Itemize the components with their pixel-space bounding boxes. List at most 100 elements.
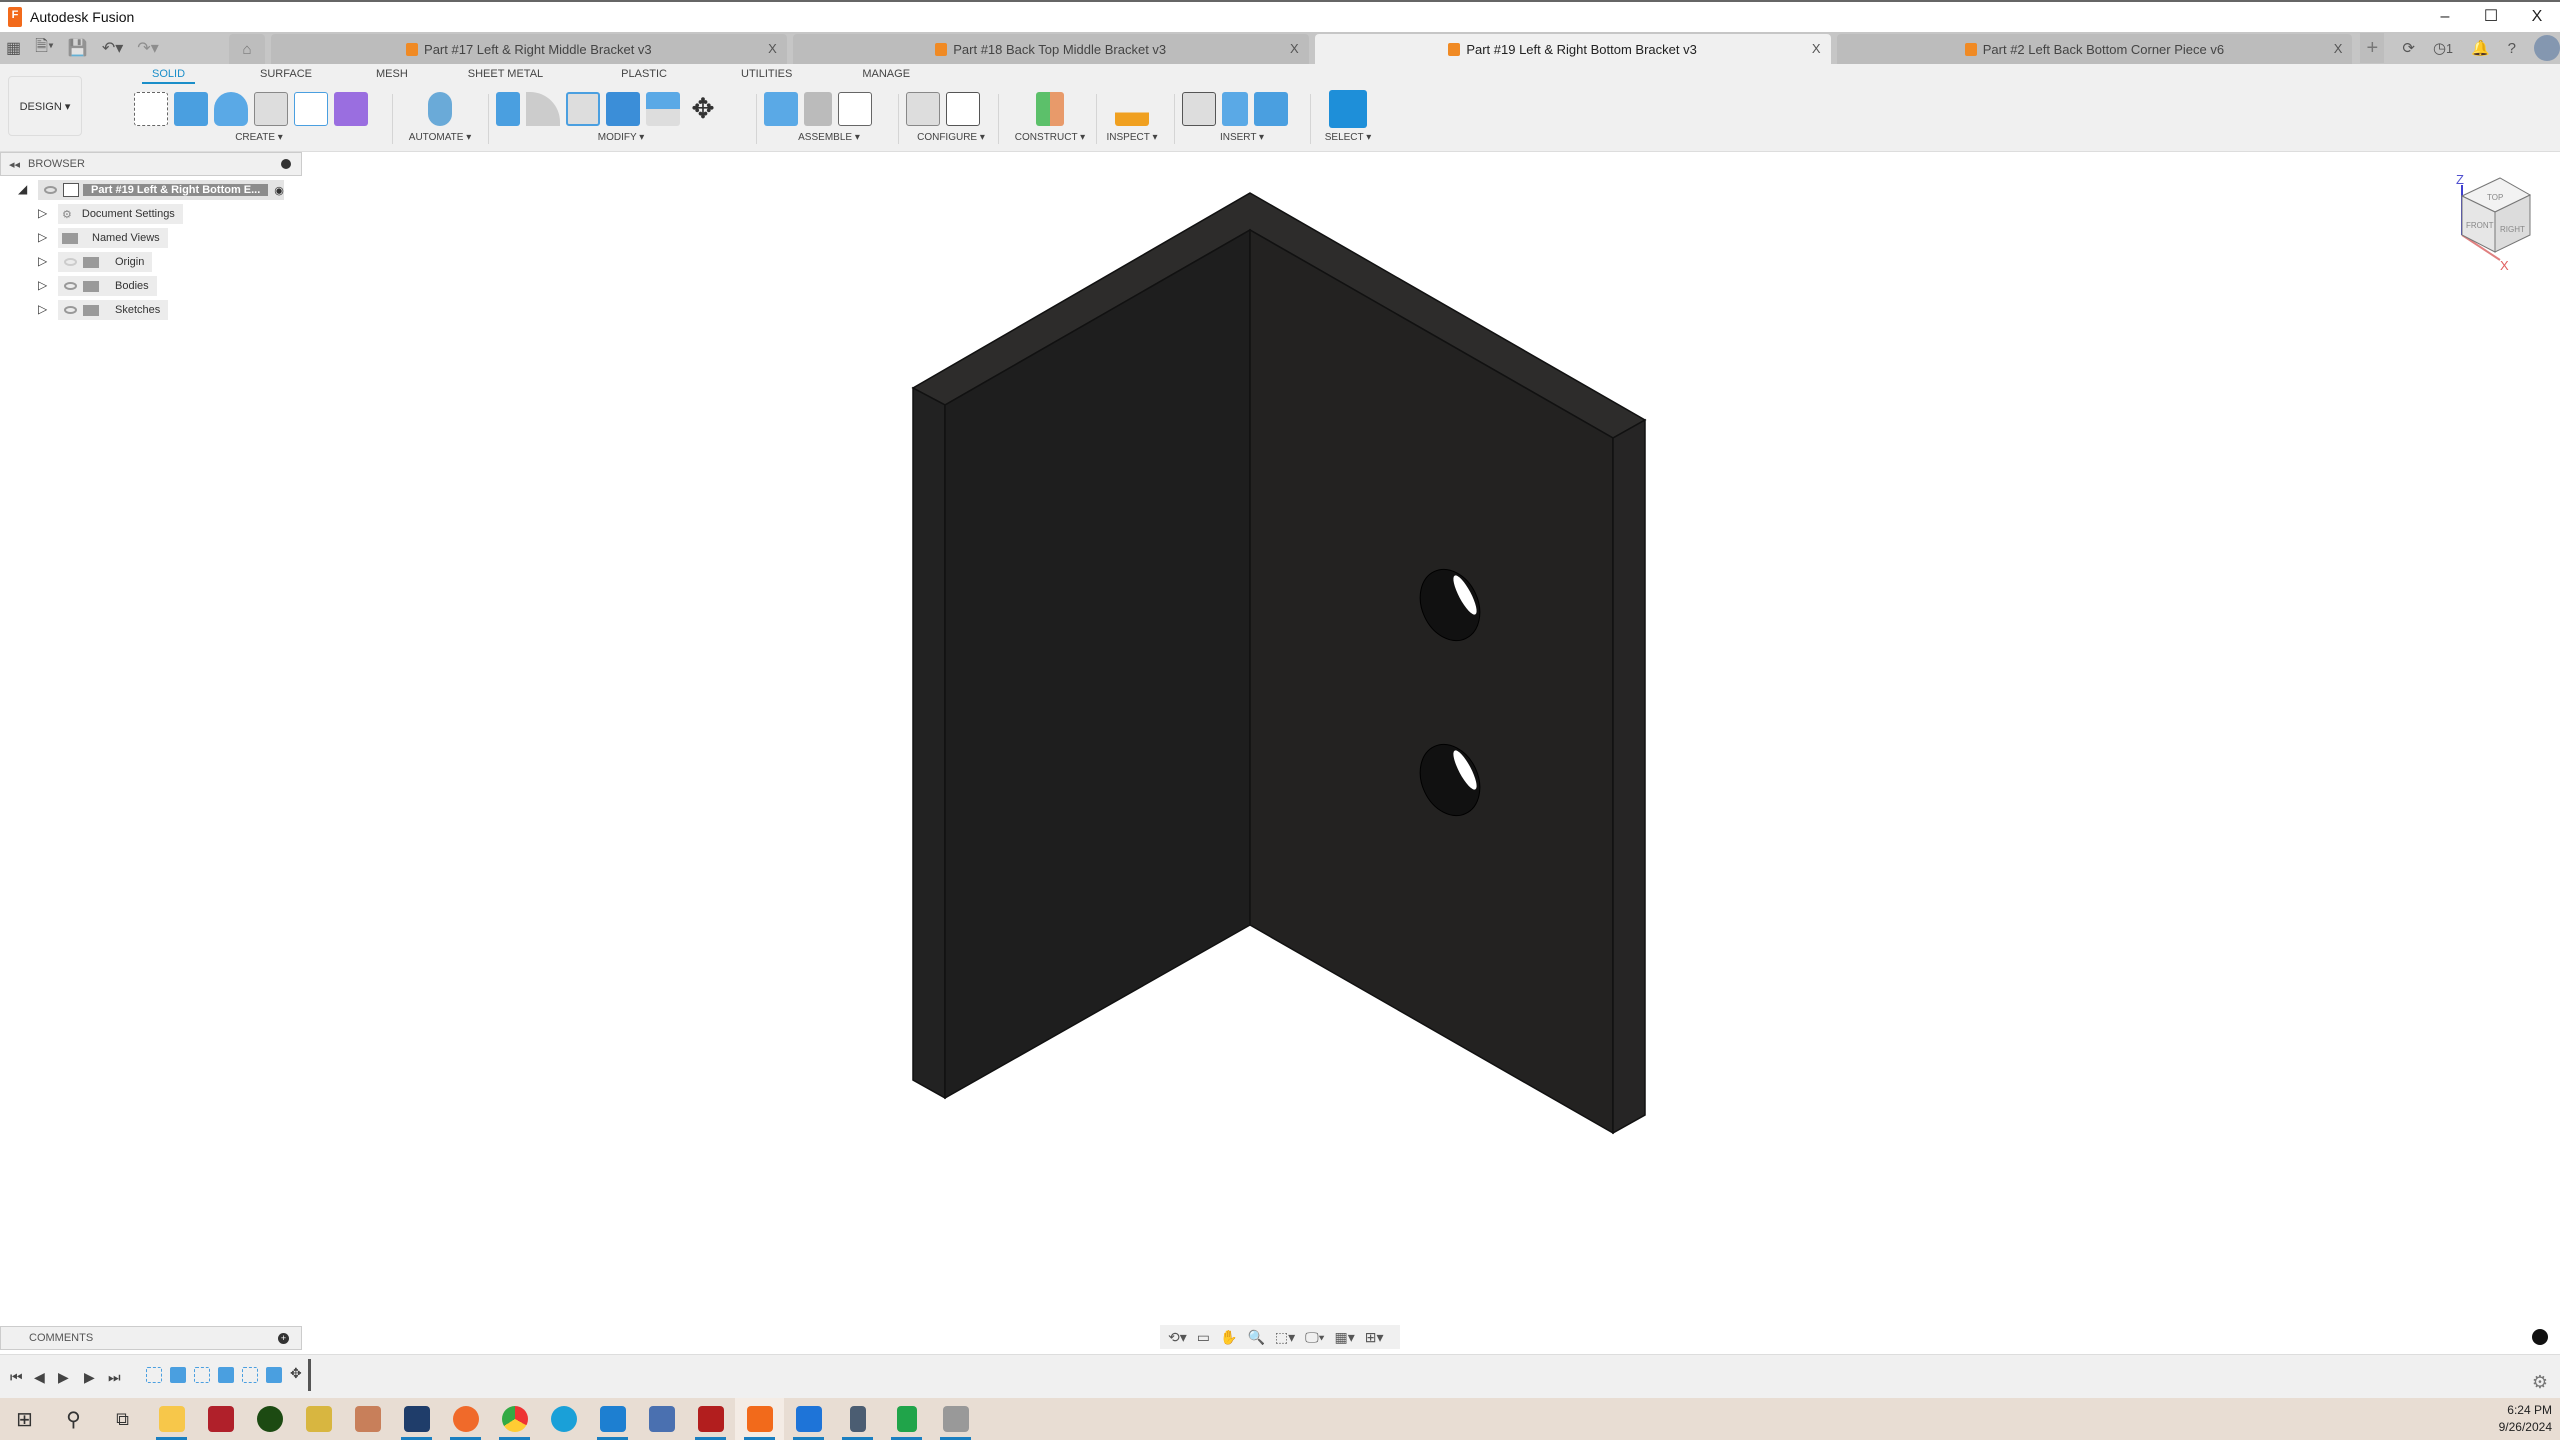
start-button[interactable]: ⊞ xyxy=(0,1398,49,1440)
tree-item-document-settings[interactable]: ⚙ Document Settings xyxy=(58,204,183,224)
document-tab[interactable]: Part #2 Left Back Bottom Corner Piece v6… xyxy=(1836,34,2353,64)
visibility-hidden-icon[interactable] xyxy=(64,258,77,266)
insert-canvas-icon[interactable] xyxy=(1254,92,1288,126)
viewcube-right[interactable]: RIGHT xyxy=(2500,225,2525,234)
browser-panel-header[interactable]: ◂◂ BROWSER xyxy=(0,152,302,176)
viewports-icon[interactable]: ⊞▾ xyxy=(1365,1329,1384,1346)
minimize-button[interactable]: – xyxy=(2422,2,2468,32)
orbit-icon[interactable]: ⟲▾ xyxy=(1168,1329,1187,1346)
revolve-icon[interactable] xyxy=(214,92,248,126)
visibility-eye-icon[interactable] xyxy=(64,306,77,314)
taskbar-filezilla[interactable] xyxy=(686,1398,735,1440)
view-cube[interactable]: Z X TOP FRONT RIGHT xyxy=(2456,172,2532,273)
close-tab-icon[interactable]: X xyxy=(2334,41,2343,56)
taskbar-blue-app[interactable] xyxy=(294,1398,343,1440)
close-button[interactable]: X xyxy=(2514,2,2560,32)
taskbar-game-app[interactable] xyxy=(343,1398,392,1440)
visibility-eye-icon[interactable] xyxy=(44,186,57,194)
expand-triangle-icon[interactable]: ▷ xyxy=(38,230,47,244)
fit-window-icon[interactable]: ⬚▾ xyxy=(1275,1329,1295,1346)
feedback-chat-icon[interactable] xyxy=(2532,1329,2548,1345)
configuration-table-icon[interactable] xyxy=(946,92,980,126)
redo-icon[interactable]: ↷▾ xyxy=(137,38,158,58)
comments-panel[interactable]: COMMENTS + xyxy=(0,1326,302,1350)
create-form-icon[interactable] xyxy=(334,92,368,126)
tree-item-bodies[interactable]: Bodies xyxy=(58,276,157,296)
ribbon-tab-utilities[interactable]: UTILITIES xyxy=(731,68,802,84)
file-menu-icon[interactable]: 🗎▾ xyxy=(35,35,54,62)
taskbar-sheets[interactable] xyxy=(882,1398,931,1440)
measure-icon[interactable] xyxy=(1115,92,1149,126)
move-copy-icon[interactable]: ✥ xyxy=(686,92,720,126)
offset-plane-icon[interactable] xyxy=(1036,92,1064,126)
timeline-extrude-step[interactable] xyxy=(170,1367,186,1383)
insert-derive-icon[interactable] xyxy=(1182,92,1216,126)
split-body-icon[interactable] xyxy=(646,92,680,126)
timeline-move-step[interactable]: ✥ xyxy=(290,1365,302,1382)
zoom-icon[interactable]: 🔍 xyxy=(1247,1329,1264,1346)
configure-icon[interactable] xyxy=(906,92,940,126)
taskbar-fusion[interactable] xyxy=(735,1398,784,1440)
look-at-icon[interactable]: ▭ xyxy=(1197,1329,1210,1346)
select-dropdown[interactable]: SELECT ▾ xyxy=(1318,132,1378,143)
save-icon[interactable]: 💾 xyxy=(68,38,88,58)
taskbar-virtualbox[interactable] xyxy=(392,1398,441,1440)
combine-icon[interactable] xyxy=(606,92,640,126)
extrude-icon[interactable] xyxy=(174,92,208,126)
timeline-sketch-step[interactable] xyxy=(242,1367,258,1383)
press-pull-icon[interactable] xyxy=(496,92,520,126)
expand-triangle-icon[interactable]: ▷ xyxy=(38,206,47,220)
automate-dropdown[interactable]: AUTOMATE ▾ xyxy=(400,132,480,143)
new-component-icon[interactable] xyxy=(764,92,798,126)
ribbon-tab-manage[interactable]: MANAGE xyxy=(852,68,920,84)
browser-pin-icon[interactable] xyxy=(281,159,291,169)
collapse-browser-icon[interactable]: ◂◂ xyxy=(9,158,20,171)
data-panel-grid-icon[interactable]: ▦ xyxy=(6,38,21,58)
timeline-play-button[interactable]: ▶ xyxy=(58,1369,69,1386)
pattern-icon[interactable] xyxy=(294,92,328,126)
joint-icon[interactable] xyxy=(804,92,832,126)
automate-icon[interactable] xyxy=(428,92,452,126)
workspace-dropdown[interactable]: DESIGN ▾ xyxy=(8,76,82,136)
create-dropdown[interactable]: CREATE ▾ xyxy=(134,132,384,143)
expand-triangle-icon[interactable]: ▷ xyxy=(38,254,47,268)
insert-mcmaster-icon[interactable] xyxy=(1222,92,1248,126)
ribbon-tab-surface[interactable]: SURFACE xyxy=(250,68,322,84)
close-tab-icon[interactable]: X xyxy=(768,41,777,56)
ribbon-tab-sheet-metal[interactable]: SHEET METAL xyxy=(458,68,553,84)
inspect-dropdown[interactable]: INSPECT ▾ xyxy=(1104,132,1160,143)
taskbar-es-app[interactable] xyxy=(196,1398,245,1440)
modify-dropdown[interactable]: MODIFY ▾ xyxy=(496,132,746,143)
timeline-next-button[interactable]: ▶ xyxy=(84,1369,95,1386)
tree-item-origin[interactable]: Origin xyxy=(58,252,153,272)
taskbar-firefox[interactable] xyxy=(441,1398,490,1440)
viewcube-top[interactable]: TOP xyxy=(2487,193,2503,202)
tree-root[interactable]: Part #19 Left & Right Bottom E... ◉ xyxy=(38,180,284,200)
construct-dropdown[interactable]: CONSTRUCT ▾ xyxy=(1006,132,1094,143)
document-tab[interactable]: Part #18 Back Top Middle Bracket v3 X xyxy=(792,34,1309,64)
new-tab-button[interactable]: + xyxy=(2360,33,2385,63)
taskbar-file-explorer[interactable] xyxy=(147,1398,196,1440)
select-cursor-icon[interactable] xyxy=(1329,90,1367,128)
document-tab[interactable]: Part #17 Left & Right Middle Bracket v3 … xyxy=(270,34,787,64)
timeline-first-button[interactable]: ⏮ xyxy=(10,1369,23,1386)
expand-triangle-icon[interactable]: ▷ xyxy=(38,302,47,316)
assemble-dropdown[interactable]: ASSEMBLE ▾ xyxy=(764,132,894,143)
shell-icon[interactable] xyxy=(566,92,600,126)
timeline-settings-gear-icon[interactable]: ⚙ xyxy=(2532,1372,2548,1393)
taskbar-c-app[interactable] xyxy=(784,1398,833,1440)
expand-triangle-icon[interactable]: ▷ xyxy=(38,278,47,292)
job-status-icon[interactable]: ◷1 xyxy=(2433,39,2453,57)
activate-radio-icon[interactable]: ◉ xyxy=(274,184,284,197)
taskbar-chrome[interactable] xyxy=(490,1398,539,1440)
collapse-triangle-icon[interactable]: ◢ xyxy=(18,182,27,196)
bill-of-materials-icon[interactable] xyxy=(838,92,872,126)
grid-snaps-icon[interactable]: ▦▾ xyxy=(1335,1329,1355,1346)
task-view-icon[interactable]: ⧉ xyxy=(98,1398,147,1440)
maximize-button[interactable]: ☐ xyxy=(2468,2,2514,32)
tree-item-named-views[interactable]: Named Views xyxy=(58,228,168,248)
hole-icon[interactable] xyxy=(254,92,288,126)
visibility-eye-icon[interactable] xyxy=(64,282,77,290)
tree-item-sketches[interactable]: Sketches xyxy=(58,300,169,320)
timeline-extrude-step[interactable] xyxy=(218,1367,234,1383)
